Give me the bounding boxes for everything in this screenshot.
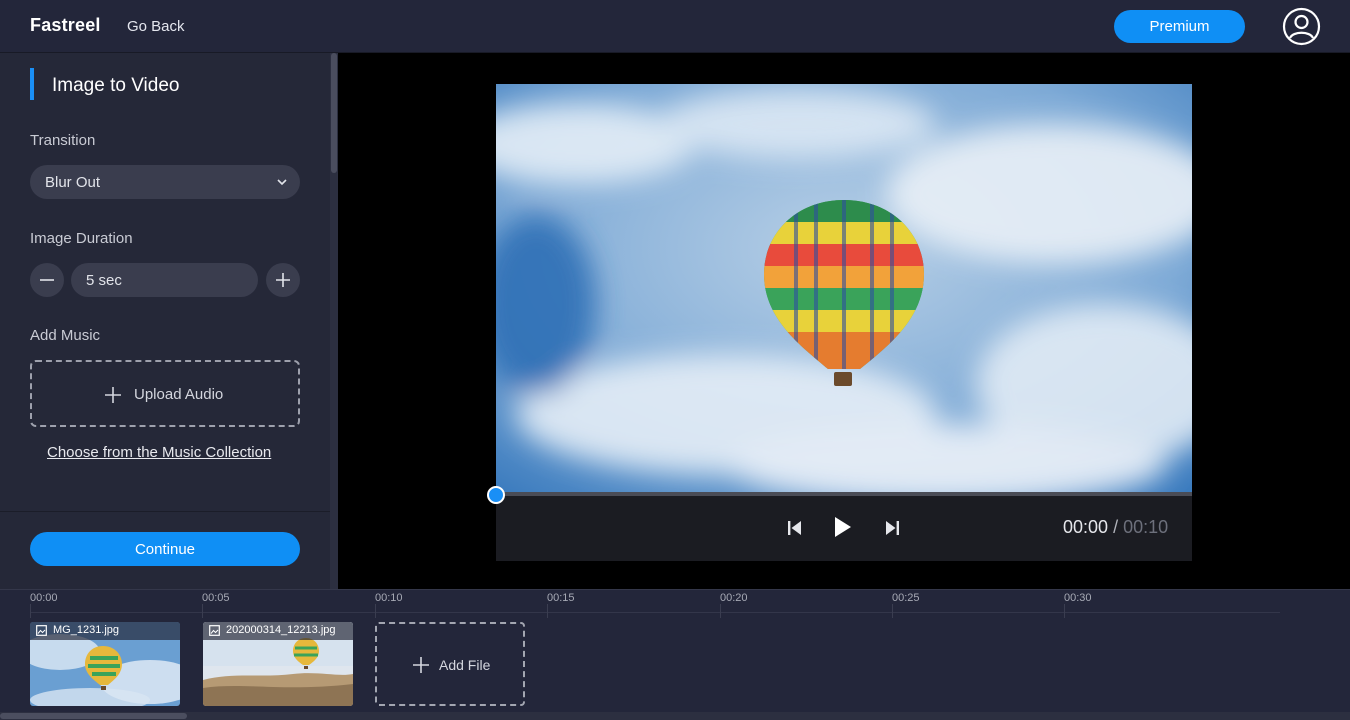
tick-mark <box>892 604 893 618</box>
user-account-icon[interactable] <box>1282 7 1321 46</box>
clip-label: MG_1231.jpg <box>30 622 180 640</box>
minus-icon <box>40 279 54 281</box>
progress-knob[interactable] <box>487 486 505 504</box>
tick-mark <box>720 604 721 618</box>
decrease-duration-button[interactable] <box>30 263 64 297</box>
timeline-clip[interactable]: MG_1231.jpg <box>30 622 180 706</box>
total-time: 00:10 <box>1123 517 1169 537</box>
time-separator: / <box>1113 517 1119 537</box>
transition-value: Blur Out <box>45 174 101 191</box>
duration-label: Image Duration <box>30 230 133 247</box>
add-file-button[interactable]: Add File <box>375 622 525 706</box>
tick-mark <box>202 604 203 618</box>
section-accent-bar <box>30 68 34 100</box>
top-bar: Fastreel Go Back Premium <box>0 0 1350 53</box>
skip-forward-icon[interactable] <box>882 518 902 543</box>
skip-back-icon[interactable] <box>785 518 805 543</box>
preview-image <box>496 84 1192 494</box>
premium-button[interactable]: Premium <box>1114 10 1245 43</box>
timeline-tick: 00:25 <box>892 592 920 604</box>
tick-mark <box>375 604 376 618</box>
go-back-link[interactable]: Go Back <box>127 18 185 35</box>
clip-name: MG_1231.jpg <box>53 624 120 636</box>
brand-logo[interactable]: Fastreel <box>30 15 101 36</box>
timeline-tick: 00:05 <box>202 592 230 604</box>
time-display: 00:00 / 00:10 <box>1063 517 1168 538</box>
current-time: 00:00 <box>1063 517 1109 537</box>
timeline-tick: 00:15 <box>547 592 575 604</box>
music-collection-link[interactable]: Choose from the Music Collection <box>47 444 271 461</box>
plus-icon <box>412 656 430 679</box>
music-label: Add Music <box>30 327 101 344</box>
plus-icon <box>276 273 290 287</box>
timeline-tick: 00:20 <box>720 592 748 604</box>
image-file-icon <box>36 625 47 639</box>
timeline-tick: 00:30 <box>1064 592 1092 604</box>
upload-audio-label: Upload Audio <box>134 386 224 403</box>
transition-select[interactable]: Blur Out <box>30 165 300 199</box>
timeline-clip[interactable]: 202000314_12213.jpg <box>203 622 353 706</box>
tick-mark <box>547 604 548 618</box>
increase-duration-button[interactable] <box>266 263 300 297</box>
timeline-tick: 00:10 <box>375 592 403 604</box>
tick-mark <box>1064 604 1065 618</box>
continue-button[interactable]: Continue <box>30 532 300 566</box>
clip-name: 202000314_12213.jpg <box>226 624 336 636</box>
progress-track[interactable] <box>496 492 1192 496</box>
tick-mark <box>30 604 31 618</box>
plus-icon <box>104 386 122 409</box>
play-icon[interactable] <box>832 515 854 544</box>
add-file-label: Add File <box>439 657 491 673</box>
timeline-scrollbar-thumb[interactable] <box>0 713 187 719</box>
timeline-tick: 00:00 <box>30 592 58 604</box>
timeline-scrollbar[interactable] <box>0 712 1350 720</box>
chevron-down-icon <box>276 175 288 192</box>
upload-audio-button[interactable]: Upload Audio <box>30 360 300 427</box>
image-file-icon <box>209 625 220 639</box>
duration-field[interactable] <box>71 263 258 297</box>
panel-scrollbar-thumb[interactable] <box>331 53 337 173</box>
clip-label: 202000314_12213.jpg <box>203 622 353 640</box>
timeline-ruler <box>30 612 1280 613</box>
transition-label: Transition <box>30 132 96 149</box>
section-title: Image to Video <box>52 75 180 96</box>
